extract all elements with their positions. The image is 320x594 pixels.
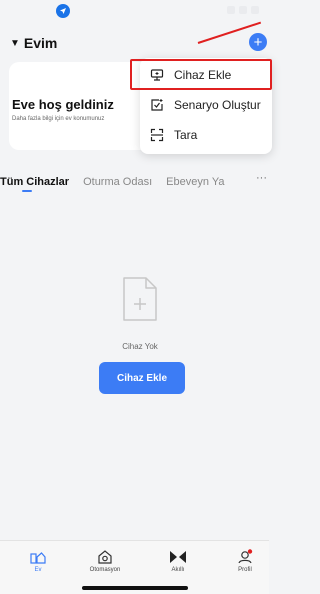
tab-living-room[interactable]: Oturma Odası [83,176,152,188]
caret-down-icon: ▼ [10,37,20,49]
navigation-arrow-icon [56,4,70,18]
home-icon [30,552,46,564]
signal-icon [227,6,235,14]
home-indicator [82,586,188,590]
nav-label-smart: Akıllı [171,567,185,573]
home-name: Evim [23,35,58,51]
tab-parents-room[interactable]: Ebeveyn Ya [166,176,224,188]
battery-icon [251,6,259,14]
menu-item-scan[interactable]: Tara [140,120,272,150]
profile-icon [238,549,253,564]
more-tabs-icon[interactable]: ··· [256,172,267,184]
home-selector[interactable]: ▼ Evim [10,35,57,51]
menu-item-label: Tara [174,128,198,142]
add-device-button[interactable]: Cihaz Ekle [99,362,185,394]
welcome-title: Eve hoş geldiniz [12,97,114,112]
empty-state-text: Cihaz Yok [122,342,158,351]
scene-create-icon [151,99,163,111]
menu-item-label: Senaryo Oluştur [174,98,261,112]
menu-item-create-scene[interactable]: Senaryo Oluştur [140,90,272,120]
nav-label-profile: Profil [238,567,252,573]
annotation-highlight-box [130,59,272,90]
empty-file-icon [123,277,157,321]
nav-item-home[interactable]: Ev [8,547,68,573]
nav-item-smart[interactable]: Akıllı [148,547,208,573]
tab-all-devices[interactable]: Tüm Cihazlar [0,176,69,192]
plus-circle-icon[interactable]: + [249,33,267,51]
smart-icon [170,551,186,563]
automation-icon [98,550,112,564]
wifi-icon [239,6,247,14]
status-icons [227,6,259,14]
scan-icon [150,128,164,142]
nav-label-automation: Otomasyon [89,567,121,573]
nav-item-profile[interactable]: Profil [215,547,275,573]
welcome-subtitle: Daha fazla bilgi için ev konumunuz [12,116,105,122]
room-tabs: Tüm Cihazlar Oturma Odası Ebeveyn Ya ··· [0,172,269,192]
nav-label-home: Ev [34,567,42,573]
status-bar [0,0,269,22]
nav-item-automation[interactable]: Otomasyon [75,547,135,573]
